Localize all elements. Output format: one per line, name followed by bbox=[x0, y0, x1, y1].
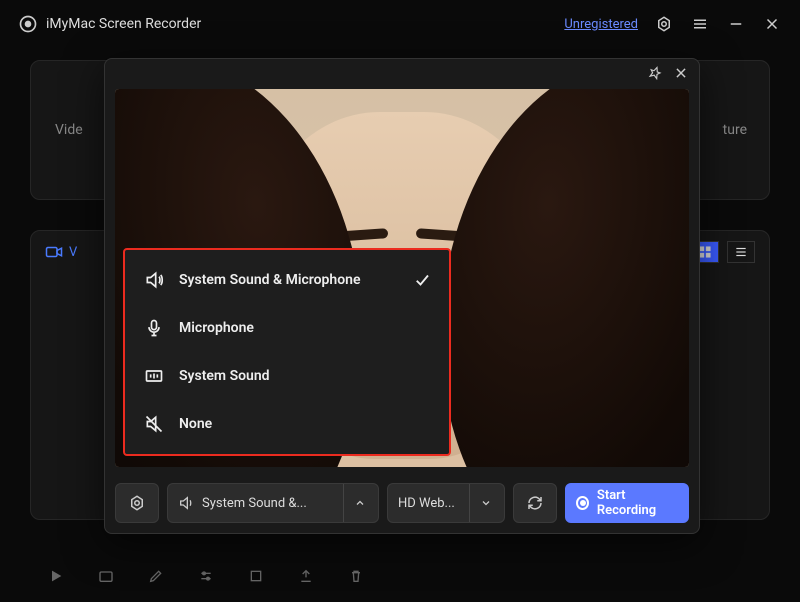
camera-source-dropdown-label: HD Web... bbox=[398, 496, 455, 511]
title-bar-left: iMyMac Screen Recorder bbox=[18, 14, 201, 34]
menu-icon[interactable] bbox=[690, 14, 710, 34]
check-icon bbox=[413, 271, 431, 289]
system-sound-icon bbox=[143, 366, 165, 386]
unregistered-link[interactable]: Unregistered bbox=[564, 17, 638, 32]
minimize-icon[interactable] bbox=[726, 14, 746, 34]
settings-icon[interactable] bbox=[654, 14, 674, 34]
recordings-header-left: V bbox=[45, 245, 77, 260]
video-camera-icon bbox=[45, 245, 63, 259]
overlay-close-icon[interactable] bbox=[673, 65, 689, 81]
speaker-icon bbox=[143, 270, 165, 290]
bottom-toolbar bbox=[46, 566, 366, 586]
start-recording-button[interactable]: Start Recording bbox=[565, 483, 689, 523]
audio-option-none[interactable]: None bbox=[125, 400, 449, 448]
close-icon[interactable] bbox=[762, 14, 782, 34]
list-view-toggle[interactable] bbox=[727, 241, 755, 263]
audio-source-menu: System Sound & Microphone Microphone Sys… bbox=[123, 248, 451, 456]
pin-icon[interactable] bbox=[647, 65, 663, 81]
audio-option-label: None bbox=[179, 416, 212, 432]
speaker-icon bbox=[178, 495, 194, 511]
camera-source-dropdown[interactable]: HD Web... bbox=[387, 483, 505, 523]
app-logo-icon bbox=[18, 14, 38, 34]
audio-option-label: System Sound bbox=[179, 368, 270, 384]
overlay-header bbox=[105, 59, 699, 85]
mode-panel-capture-label: ture bbox=[723, 122, 747, 138]
audio-option-system-sound[interactable]: System Sound bbox=[125, 352, 449, 400]
delete-icon[interactable] bbox=[346, 566, 366, 586]
webcam-preview-window: System Sound & Microphone Microphone Sys… bbox=[104, 58, 700, 534]
title-bar: iMyMac Screen Recorder Unregistered bbox=[0, 0, 800, 48]
refresh-button[interactable] bbox=[513, 483, 557, 523]
chevron-down-icon bbox=[469, 484, 494, 522]
audio-option-microphone[interactable]: Microphone bbox=[125, 304, 449, 352]
view-toggle bbox=[691, 241, 755, 263]
folder-icon[interactable] bbox=[96, 566, 116, 586]
audio-option-label: System Sound & Microphone bbox=[179, 272, 361, 288]
share-icon[interactable] bbox=[296, 566, 316, 586]
overlay-settings-button[interactable] bbox=[115, 483, 159, 523]
audio-option-system-and-mic[interactable]: System Sound & Microphone bbox=[125, 256, 449, 304]
title-bar-right: Unregistered bbox=[564, 14, 782, 34]
overlay-toolbar: System Sound &... HD Web... Start Record… bbox=[105, 475, 699, 533]
microphone-icon bbox=[143, 318, 165, 338]
chevron-up-icon bbox=[343, 484, 368, 522]
webcam-preview: System Sound & Microphone Microphone Sys… bbox=[115, 89, 689, 467]
record-icon bbox=[576, 496, 589, 510]
app-title: iMyMac Screen Recorder bbox=[46, 16, 201, 32]
play-icon[interactable] bbox=[46, 566, 66, 586]
audio-source-dropdown[interactable]: System Sound &... bbox=[167, 483, 379, 523]
convert-icon[interactable] bbox=[246, 566, 266, 586]
mute-icon bbox=[143, 414, 165, 434]
recordings-header-label: V bbox=[69, 245, 77, 260]
mode-panel-video-label: Vide bbox=[55, 122, 83, 138]
adjust-icon[interactable] bbox=[196, 566, 216, 586]
start-recording-label: Start Recording bbox=[597, 488, 678, 518]
audio-option-label: Microphone bbox=[179, 320, 254, 336]
edit-icon[interactable] bbox=[146, 566, 166, 586]
audio-source-dropdown-label: System Sound &... bbox=[202, 496, 307, 511]
